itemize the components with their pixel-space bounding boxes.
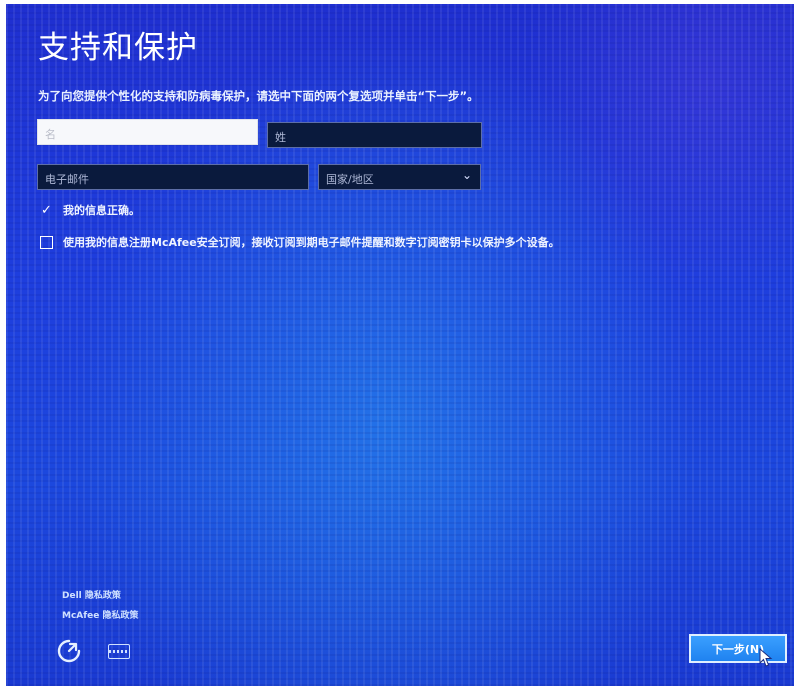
checkmark-icon[interactable]: ✓ — [40, 204, 53, 217]
info-correct-label: 我的信息正确。 — [63, 204, 140, 217]
ease-of-access-icon[interactable] — [56, 638, 82, 664]
mcafee-register-label: 使用我的信息注册McAfee安全订阅，接收订阅到期电子邮件提醒和数字订阅密钥卡以… — [63, 236, 560, 249]
setup-screen: 支持和保护 为了向您提供个性化的支持和防病毒保护，请选中下面的两个复选项并单击“… — [6, 4, 794, 686]
mcafee-register-checkbox[interactable] — [40, 236, 53, 249]
first-name-placeholder: 名 — [45, 128, 56, 141]
mcafee-privacy-link[interactable]: McAfee 隐私政策 — [62, 608, 139, 621]
next-button-label: 下一步(N) — [711, 642, 765, 656]
mouse-cursor-icon — [759, 648, 773, 667]
screen-moire-overlay — [6, 4, 794, 686]
country-region-select[interactable]: 国家/地区 ⌄ — [318, 164, 481, 190]
last-name-placeholder: 姓 — [275, 131, 286, 144]
page-title: 支持和保护 — [38, 30, 198, 66]
first-name-input[interactable]: 名 — [37, 119, 258, 145]
dell-privacy-link[interactable]: Dell 隐私政策 — [62, 588, 121, 601]
email-placeholder: 电子邮件 — [45, 173, 89, 186]
country-region-value: 国家/地区 — [326, 173, 374, 186]
chevron-down-icon: ⌄ — [461, 168, 472, 182]
keyboard-icon[interactable] — [108, 644, 130, 659]
last-name-input[interactable]: 姓 — [267, 122, 482, 148]
mcafee-register-row[interactable]: 使用我的信息注册McAfee安全订阅，接收订阅到期电子邮件提醒和数字订阅密钥卡以… — [40, 235, 600, 250]
email-input[interactable]: 电子邮件 — [37, 164, 309, 190]
info-correct-row[interactable]: ✓ 我的信息正确。 — [40, 203, 140, 218]
instruction-text: 为了向您提供个性化的支持和防病毒保护，请选中下面的两个复选项并单击“下一步”。 — [38, 89, 479, 103]
